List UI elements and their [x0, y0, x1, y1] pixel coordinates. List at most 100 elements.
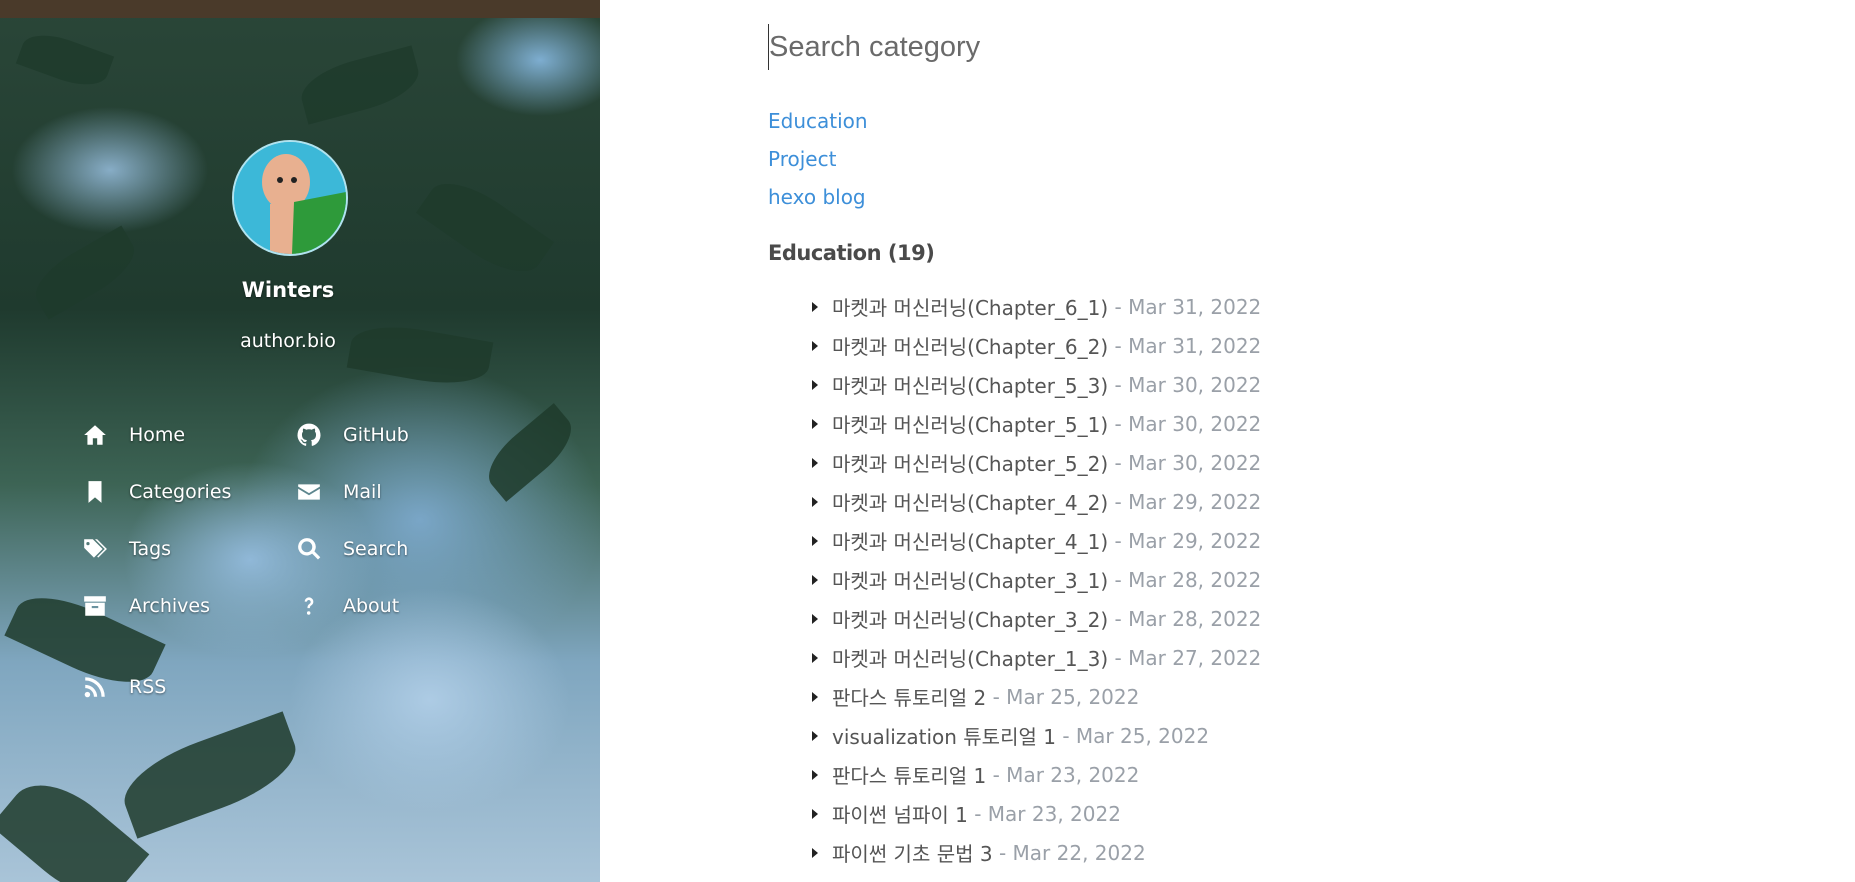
- nav-search[interactable]: Search: [293, 536, 408, 562]
- nav-rss-label: RSS: [129, 676, 167, 698]
- post-date: - Mar 29, 2022: [1114, 528, 1262, 553]
- caret-right-icon: [812, 340, 818, 351]
- envelope-icon: [293, 479, 325, 505]
- category-link-project[interactable]: Project: [768, 144, 868, 182]
- list-item: 판다스 튜토리얼 2 - Mar 25, 2022: [812, 677, 1261, 716]
- post-date: - Mar 27, 2022: [1114, 645, 1262, 670]
- post-date: - Mar 25, 2022: [1062, 723, 1210, 748]
- post-title-link[interactable]: 마켓과 머신러닝(Chapter_1_3): [832, 643, 1108, 672]
- foliage-decoration: [26, 225, 144, 320]
- caret-right-icon: [812, 691, 818, 702]
- avatar[interactable]: [232, 140, 348, 256]
- list-item: 마켓과 머신러닝(Chapter_4_2) - Mar 29, 2022: [812, 482, 1261, 521]
- post-title-link[interactable]: 마켓과 머신러닝(Chapter_4_2): [832, 487, 1108, 516]
- github-icon: [293, 422, 325, 448]
- avatar-image: [234, 142, 346, 254]
- category-search-input[interactable]: [768, 24, 1469, 70]
- caret-right-icon: [812, 847, 818, 858]
- post-date: - Mar 23, 2022: [974, 801, 1121, 826]
- rss-icon: [79, 674, 111, 700]
- nav-search-label: Search: [343, 538, 409, 560]
- caret-right-icon: [812, 301, 818, 312]
- caret-right-icon: [812, 652, 818, 663]
- nav-tags-label: Tags: [129, 538, 172, 560]
- post-title-link[interactable]: 파이썬 기초 문법 3: [832, 838, 993, 867]
- post-title-link[interactable]: 판다스 튜토리얼 2: [832, 682, 986, 711]
- post-date: - Mar 31, 2022: [1114, 333, 1262, 358]
- caret-right-icon: [812, 769, 818, 780]
- post-title-link[interactable]: 마켓과 머신러닝(Chapter_4_1): [832, 526, 1108, 555]
- nav-mail[interactable]: Mail: [293, 479, 382, 505]
- nav-archives[interactable]: Archives: [79, 593, 210, 619]
- foliage-decoration: [15, 25, 115, 95]
- caret-right-icon: [812, 418, 818, 429]
- nav-archives-label: Archives: [129, 595, 210, 617]
- section-title: Education (19): [768, 241, 935, 265]
- nav-categories-label: Categories: [129, 481, 232, 503]
- post-date: - Mar 30, 2022: [1114, 411, 1262, 436]
- home-icon: [79, 422, 111, 448]
- caret-right-icon: [812, 808, 818, 819]
- post-title-link[interactable]: 마켓과 머신러닝(Chapter_6_2): [832, 331, 1108, 360]
- post-list: 마켓과 머신러닝(Chapter_6_1) - Mar 31, 2022 마켓과…: [812, 287, 1261, 872]
- list-item: 파이썬 넘파이 1 - Mar 23, 2022: [812, 794, 1261, 833]
- archive-icon: [79, 593, 111, 619]
- nav-categories[interactable]: Categories: [79, 479, 231, 505]
- caret-right-icon: [812, 457, 818, 468]
- list-item: 마켓과 머신러닝(Chapter_5_1) - Mar 30, 2022: [812, 404, 1261, 443]
- foliage-decoration: [113, 711, 307, 839]
- post-title-link[interactable]: 마켓과 머신러닝(Chapter_5_1): [832, 409, 1108, 438]
- caret-right-icon: [812, 379, 818, 390]
- nav-about[interactable]: About: [293, 593, 399, 619]
- main-content: Education Project hexo blog Education (1…: [600, 0, 1855, 882]
- post-title-link[interactable]: 판다스 튜토리얼 1: [832, 760, 986, 789]
- foliage-decoration: [477, 403, 583, 502]
- post-date: - Mar 29, 2022: [1114, 489, 1262, 514]
- list-item: 마켓과 머신러닝(Chapter_6_2) - Mar 31, 2022: [812, 326, 1261, 365]
- list-item: 마켓과 머신러닝(Chapter_3_1) - Mar 28, 2022: [812, 560, 1261, 599]
- nav-home-label: Home: [129, 424, 186, 446]
- caret-right-icon: [812, 730, 818, 741]
- author-bio: author.bio: [240, 330, 336, 352]
- caret-right-icon: [812, 613, 818, 624]
- list-item: 마켓과 머신러닝(Chapter_3_2) - Mar 28, 2022: [812, 599, 1261, 638]
- post-title-link[interactable]: 마켓과 머신러닝(Chapter_5_2): [832, 448, 1108, 477]
- nav-home[interactable]: Home: [79, 422, 185, 448]
- nav-tags[interactable]: Tags: [79, 536, 171, 562]
- list-item: visualization 튜토리얼 1 - Mar 25, 2022: [812, 716, 1261, 755]
- nav-rss[interactable]: RSS: [79, 674, 166, 700]
- list-item: 마켓과 머신러닝(Chapter_4_1) - Mar 29, 2022: [812, 521, 1261, 560]
- post-title-link[interactable]: 마켓과 머신러닝(Chapter_6_1): [832, 292, 1108, 321]
- list-item: 마켓과 머신러닝(Chapter_1_3) - Mar 27, 2022: [812, 638, 1261, 677]
- sidebar-top-edge: [0, 0, 600, 18]
- post-date: - Mar 28, 2022: [1114, 567, 1262, 592]
- post-title-link[interactable]: 마켓과 머신러닝(Chapter_5_3): [832, 370, 1108, 399]
- list-item: 파이썬 기초 문법 3 - Mar 22, 2022: [812, 833, 1261, 872]
- foliage-decoration: [0, 764, 150, 882]
- tags-icon: [79, 536, 111, 562]
- post-date: - Mar 25, 2022: [992, 684, 1140, 709]
- list-item: 마켓과 머신러닝(Chapter_6_1) - Mar 31, 2022: [812, 287, 1261, 326]
- post-title-link[interactable]: 마켓과 머신러닝(Chapter_3_1): [832, 565, 1108, 594]
- nav-github-label: GitHub: [343, 424, 409, 446]
- post-date: - Mar 23, 2022: [992, 762, 1140, 787]
- post-date: - Mar 28, 2022: [1114, 606, 1262, 631]
- foliage-decoration: [295, 45, 425, 125]
- caret-right-icon: [812, 496, 818, 507]
- bookmark-icon: [79, 479, 111, 505]
- caret-right-icon: [812, 574, 818, 585]
- category-link-education[interactable]: Education: [768, 106, 868, 144]
- category-list: Education Project hexo blog: [768, 106, 868, 220]
- sidebar: Winters author.bio Home Categories Tags …: [0, 0, 600, 882]
- author-name: Winters: [241, 278, 335, 302]
- post-title-link[interactable]: 파이썬 넘파이 1: [832, 799, 968, 828]
- post-title-link[interactable]: visualization 튜토리얼 1: [832, 721, 1056, 750]
- caret-right-icon: [812, 535, 818, 546]
- nav-mail-label: Mail: [343, 481, 382, 503]
- post-title-link[interactable]: 마켓과 머신러닝(Chapter_3_2): [832, 604, 1108, 633]
- question-icon: [293, 593, 325, 619]
- nav-github[interactable]: GitHub: [293, 422, 409, 448]
- post-date: - Mar 22, 2022: [998, 840, 1146, 865]
- search-icon: [293, 536, 325, 562]
- category-link-hexo-blog[interactable]: hexo blog: [768, 182, 868, 220]
